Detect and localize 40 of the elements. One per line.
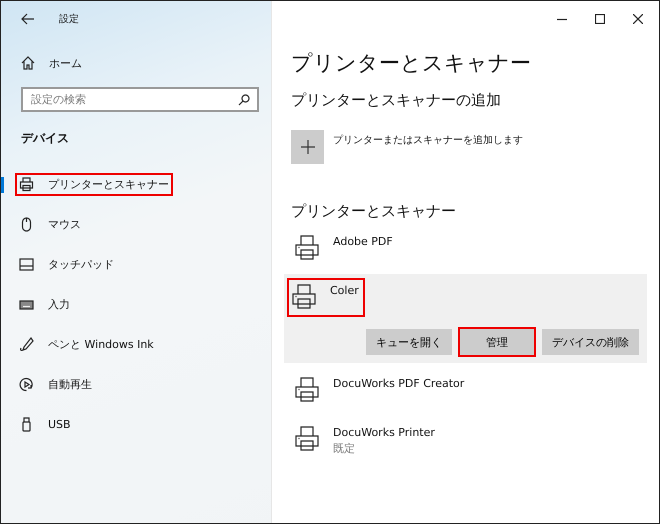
back-arrow-icon[interactable]: [21, 13, 35, 25]
printer-icon: [292, 284, 316, 309]
plus-icon: [300, 140, 314, 154]
add-button[interactable]: [291, 130, 324, 164]
sidebar-item[interactable]: 自動再生: [19, 377, 92, 392]
add-printer-label: プリンターまたはスキャナーを追加します: [333, 134, 523, 147]
search-field[interactable]: 設定の検索: [21, 87, 259, 112]
pen-icon: [19, 337, 34, 352]
sidebar-item[interactable]: プリンターとスキャナー: [17, 175, 171, 194]
section-heading: プリンターとスキャナーの追加: [291, 91, 502, 110]
close-icon[interactable]: [633, 14, 643, 24]
printer-name[interactable]: DocuWorks PDF Creator: [333, 377, 464, 390]
section-heading: デバイス: [21, 130, 70, 147]
page-title: プリンターとスキャナー: [291, 50, 532, 77]
autoplay-icon: [19, 377, 34, 392]
sidebar-item[interactable]: マウス: [19, 217, 81, 232]
printer-name[interactable]: Coler: [330, 284, 359, 297]
printer-status: 既定: [333, 441, 356, 456]
printer-icon: [19, 177, 34, 192]
printer-panel[interactable]: Coler キューを開く 管理 デバイスの削除: [284, 274, 647, 363]
sidebar-item[interactable]: 入力: [19, 297, 70, 312]
sidebar-item[interactable]: USB: [19, 417, 71, 432]
mouse-icon: [19, 217, 34, 232]
printer-name[interactable]: Adobe PDF: [333, 235, 393, 248]
action-button[interactable]: 管理: [460, 329, 534, 355]
home-link[interactable]: ホーム: [21, 51, 82, 75]
printer-name[interactable]: DocuWorks Printer: [333, 426, 435, 439]
sidebar-item[interactable]: タッチパッド: [19, 257, 114, 272]
touchpad-icon: [19, 257, 34, 272]
action-button[interactable]: キューを開く: [366, 329, 452, 355]
printer-icon: [295, 426, 319, 451]
action-button[interactable]: デバイスの削除: [542, 329, 639, 355]
search-icon: [238, 94, 250, 106]
printer-icon: [295, 377, 319, 402]
home-icon: [21, 56, 35, 70]
printer-icon: [295, 235, 319, 260]
window-title: 設定: [59, 12, 79, 26]
section-heading: プリンターとスキャナー: [291, 202, 457, 221]
sidebar-item[interactable]: ペンと Windows Ink: [19, 337, 154, 352]
maximize-icon[interactable]: [595, 14, 605, 24]
